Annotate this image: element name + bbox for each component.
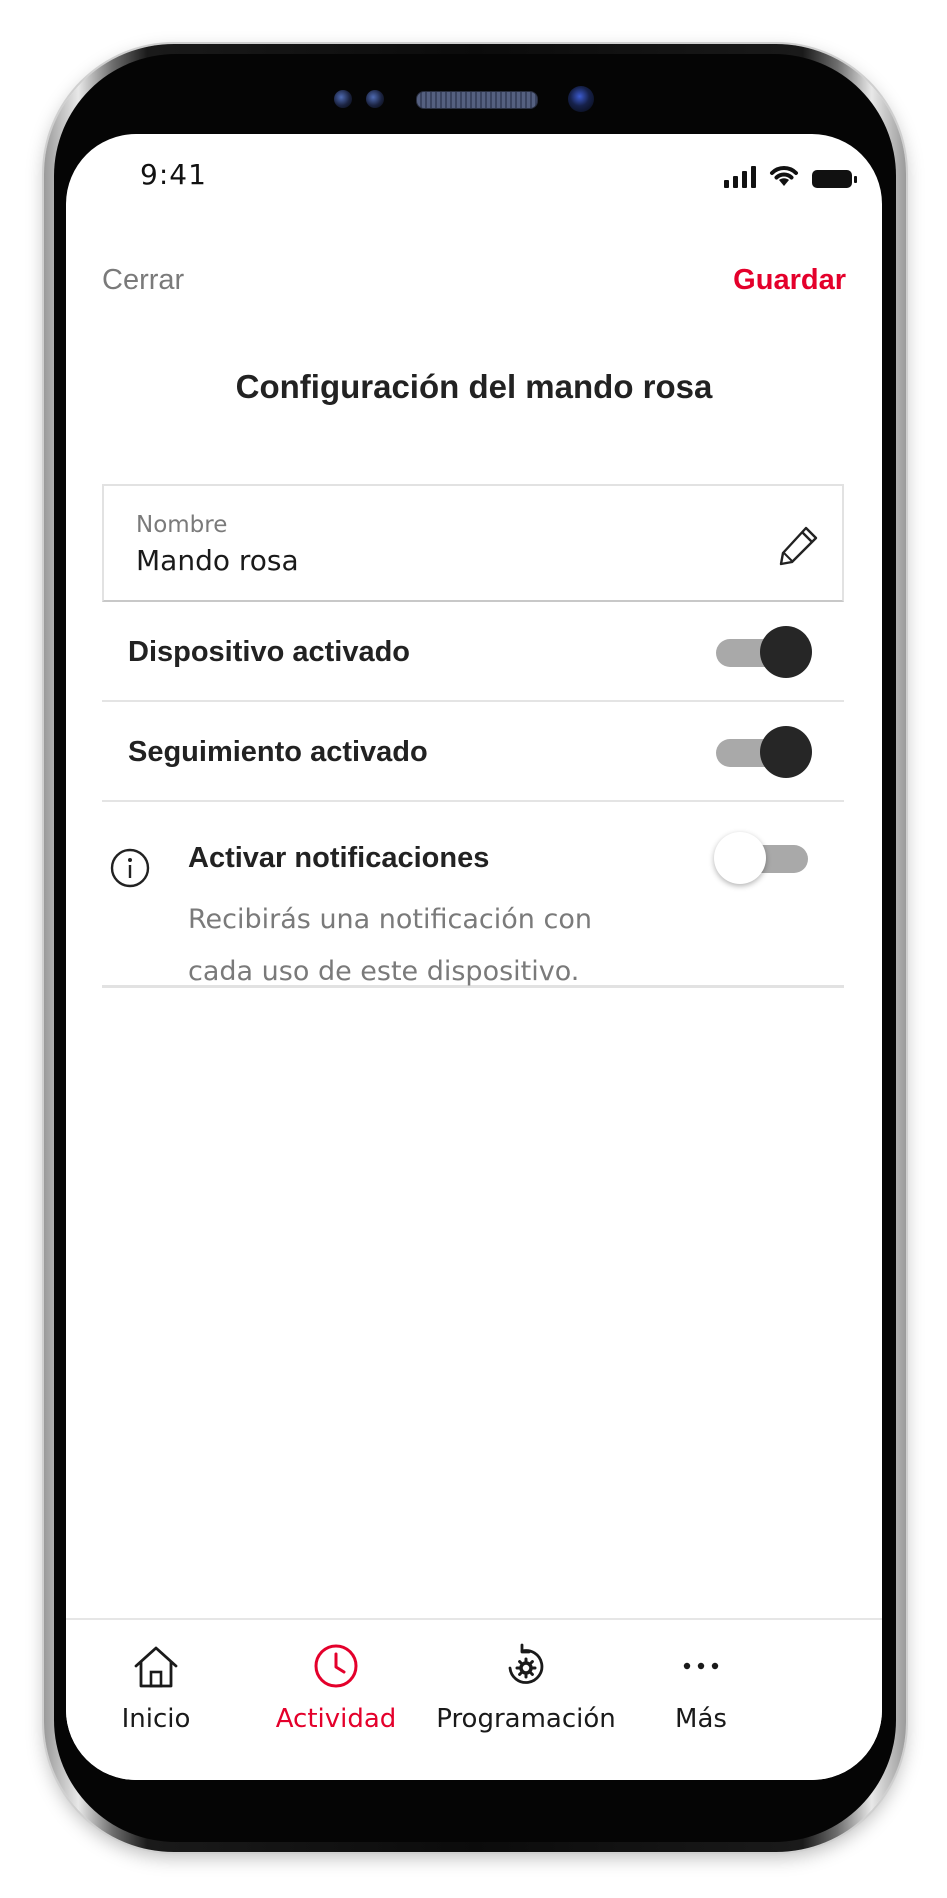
toggle-knob — [760, 626, 812, 678]
more-dots-icon — [683, 1662, 719, 1670]
status-time: 9:41 — [140, 158, 207, 191]
wifi-icon — [770, 166, 798, 186]
toggle-knob — [760, 726, 812, 778]
tab-inicio[interactable]: Inicio — [96, 1620, 216, 1740]
cellular-signal-icon — [724, 166, 756, 188]
bottom-tab-bar: Inicio Actividad Programación Más — [66, 1618, 882, 1780]
tab-label: Programación — [436, 1704, 616, 1734]
name-field-value[interactable]: Mando rosa — [136, 544, 299, 577]
name-field[interactable]: Nombre Mando rosa — [102, 484, 844, 602]
front-camera-icon — [568, 86, 594, 112]
tab-label: Actividad — [275, 1704, 397, 1734]
tracking-enabled-row: Seguimiento activado — [102, 702, 844, 802]
device-enabled-row: Dispositivo activado — [102, 602, 844, 702]
sensor-bar — [0, 86, 947, 112]
name-field-label: Nombre — [136, 512, 228, 538]
tab-label: Más — [675, 1704, 727, 1734]
tracking-enabled-toggle[interactable] — [712, 726, 812, 778]
clock-icon — [314, 1644, 358, 1688]
tab-programacion[interactable]: Programación — [436, 1620, 616, 1740]
earpiece-speaker — [416, 91, 538, 109]
toggle-knob — [714, 832, 766, 884]
schedule-gear-icon — [508, 1643, 544, 1684]
proximity-sensor-icon — [334, 90, 352, 108]
close-button[interactable]: Cerrar — [102, 264, 184, 297]
notifications-toggle[interactable] — [714, 832, 814, 884]
notifications-description: Recibirás una notificación con cada uso … — [188, 904, 592, 987]
pencil-edit-icon[interactable] — [776, 522, 822, 568]
app-screen: 9:41 Cerrar Guardar Configuración del ma… — [66, 134, 882, 1780]
page-title: Configuración del mando rosa — [235, 368, 713, 405]
tab-mas[interactable]: Más — [626, 1620, 776, 1740]
tracking-enabled-label: Seguimiento activado — [128, 736, 428, 768]
device-enabled-toggle[interactable] — [712, 626, 812, 678]
status-icons — [724, 162, 857, 188]
stage: 9:41 Cerrar Guardar Configuración del ma… — [0, 0, 947, 1898]
battery-icon — [812, 170, 857, 188]
save-button[interactable]: Guardar — [733, 264, 846, 297]
device-enabled-label: Dispositivo activado — [128, 636, 411, 668]
notifications-row: Activar notificaciones Recibirás una not… — [102, 802, 844, 988]
notifications-title: Activar notificaciones — [188, 842, 490, 874]
tab-label: Inicio — [121, 1704, 191, 1734]
info-icon[interactable] — [108, 846, 152, 890]
light-sensor-icon — [366, 90, 384, 108]
home-icon — [134, 1646, 178, 1688]
tab-actividad[interactable]: Actividad — [256, 1620, 416, 1740]
